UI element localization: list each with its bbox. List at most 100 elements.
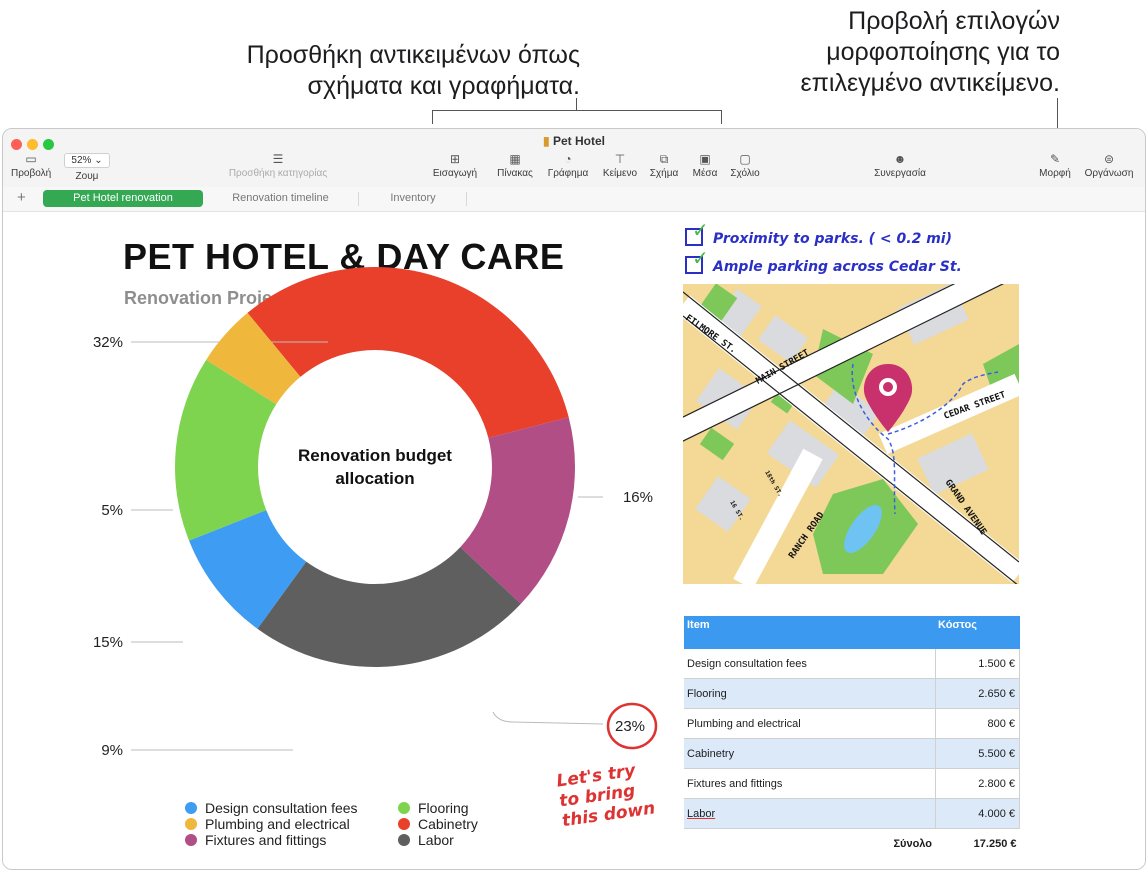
table-row: Design consultation fees 1.500 € <box>684 649 1020 679</box>
table-cell[interactable]: 2.650 € <box>935 678 1020 709</box>
callout-bracket <box>432 110 722 111</box>
zoom-value: 52% <box>71 155 92 166</box>
document-icon: ▮ <box>543 134 550 148</box>
table-cell[interactable]: Flooring <box>684 678 936 709</box>
callout-bracket-left <box>432 110 433 124</box>
media-icon: ▣ <box>699 152 711 166</box>
table-cell[interactable]: Labor <box>684 798 936 829</box>
table-cell[interactable]: Plumbing and electrical <box>684 708 936 739</box>
table-cell[interactable]: 5.500 € <box>935 738 1020 769</box>
total-label[interactable]: Σύνολο <box>684 829 935 859</box>
zoom-button[interactable]: 52% ⌄ Ζουμ <box>61 153 113 182</box>
table-cell[interactable]: 2.800 € <box>935 768 1020 799</box>
table-cell[interactable]: 800 € <box>935 708 1020 739</box>
total-value[interactable]: 17.250 € <box>935 829 1020 859</box>
legend-item: Labor <box>398 832 478 848</box>
tab-pet-hotel-renovation[interactable]: Pet Hotel renovation <box>43 190 203 207</box>
organize-icon: ⊜ <box>1103 152 1115 166</box>
data-label: 5% <box>101 502 123 519</box>
sidebar-icon: ▭ <box>25 152 37 166</box>
shape-icon: ⧉ <box>659 152 669 166</box>
zoom-label: Ζουμ <box>75 171 99 182</box>
organize-label: Οργάνωση <box>1084 168 1134 179</box>
table-row: Plumbing and electrical 800 € <box>684 708 1020 739</box>
collaborate-button[interactable]: ☻ Συνεργασία <box>865 153 935 179</box>
legend-col-2: Flooring Cabinetry Labor <box>398 800 478 848</box>
chart-title: allocation <box>335 469 414 488</box>
media-label: Μέσα <box>692 168 718 179</box>
comment-button[interactable]: ▢ Σχόλιο <box>725 153 765 179</box>
tab-divider <box>358 192 359 206</box>
checklist-text: Proximity to parks. ( < 0.2 mi) <box>713 231 952 247</box>
legend-item: Cabinetry <box>398 816 478 832</box>
format-button[interactable]: ✎ Μορφή <box>1033 153 1077 179</box>
text-button[interactable]: ⊤ Κείμενο <box>595 153 645 179</box>
table-row: Flooring 2.650 € <box>684 678 1020 709</box>
table-button[interactable]: ▦ Πίνακας <box>490 153 540 179</box>
text-box-icon: ⊤ <box>614 152 626 166</box>
format-label: Μορφή <box>1039 168 1071 179</box>
legend-item: Plumbing and electrical <box>185 816 358 832</box>
table-total-row: Σύνολο 17.250 € <box>684 829 1020 859</box>
add-category-button[interactable]: ☰ Προσθήκη κατηγορίας <box>223 153 333 179</box>
chart-button[interactable]: ◔ Γράφημα <box>543 153 593 179</box>
data-label: 32% <box>93 334 123 351</box>
collaborate-icon: ☻ <box>893 152 907 166</box>
data-label: 9% <box>101 742 123 759</box>
checklist: Proximity to parks. ( < 0.2 mi) Ample pa… <box>685 218 962 275</box>
data-label: 15% <box>93 634 123 651</box>
legend-label: Labor <box>418 832 454 848</box>
circled-value: 23% <box>615 718 646 735</box>
insert-button[interactable]: ⊞ Εισαγωγή <box>423 153 487 179</box>
organize-button[interactable]: ⊜ Οργάνωση <box>1079 153 1139 179</box>
table-row: Cabinetry 5.500 € <box>684 738 1020 769</box>
list-icon: ☰ <box>272 152 284 166</box>
table-cell[interactable]: Fixtures and fittings <box>684 768 936 799</box>
data-label: 16% <box>623 489 653 506</box>
tab-divider <box>466 192 467 206</box>
window-title-text: Pet Hotel <box>552 134 605 148</box>
comment-label: Σχόλιο <box>730 168 760 179</box>
column-header[interactable]: Κόστος <box>935 616 1020 649</box>
column-header[interactable]: Item <box>684 616 935 649</box>
table-cell[interactable]: 1.500 € <box>935 649 1020 679</box>
legend-item: Flooring <box>398 800 478 816</box>
table-label: Πίνακας <box>497 168 533 179</box>
table-cell[interactable]: Design consultation fees <box>684 649 936 679</box>
add-sheet-button[interactable]: + <box>17 189 26 206</box>
legend-swatch <box>185 818 197 830</box>
table-row: Labor 4.000 € <box>684 798 1020 829</box>
chevron-down-icon: ⌄ <box>94 155 103 166</box>
table-cell[interactable]: Cabinetry <box>684 738 936 769</box>
callout-insert-line1: Προσθήκη αντικειμένων όπως <box>246 41 580 69</box>
zoom-select[interactable]: 52% ⌄ <box>64 153 110 168</box>
tab-renovation-timeline[interactable]: Renovation timeline <box>213 190 348 207</box>
shape-button[interactable]: ⧉ Σχήμα <box>643 153 685 179</box>
legend-label: Cabinetry <box>418 816 478 832</box>
add-category-label: Προσθήκη κατηγορίας <box>228 168 328 179</box>
legend-label: Fixtures and fittings <box>205 832 327 848</box>
map-image[interactable]: FILMORE ST. MAIN STREET CEDAR STREET RAN… <box>683 284 1019 584</box>
text-label: Κείμενο <box>602 168 638 179</box>
callout-format-line1: Προβολή επιλογών <box>848 7 1060 35</box>
media-button[interactable]: ▣ Μέσα <box>687 153 723 179</box>
legend-swatch <box>185 802 197 814</box>
sheet-tabs: + Pet Hotel renovation Renovation timeli… <box>3 187 1145 212</box>
leader-line <box>492 711 604 725</box>
cost-table[interactable]: Item Κόστος Design consultation fees 1.50… <box>684 616 1020 858</box>
table-cell[interactable]: 4.000 € <box>935 798 1020 829</box>
donut-slice-cabinetry[interactable] <box>247 266 569 438</box>
insert-label: Εισαγωγή <box>432 168 478 179</box>
view-button[interactable]: ▭ Προβολή <box>11 153 51 179</box>
tab-inventory[interactable]: Inventory <box>368 190 458 207</box>
sheet-canvas: PET HOTEL & DAY CARE Renovation Project … <box>3 212 1145 869</box>
legend-item: Fixtures and fittings <box>185 832 358 848</box>
legend-swatch <box>398 818 410 830</box>
callout-insert: Προσθήκη αντικειμένων όπως σχήματα και γ… <box>160 40 580 102</box>
toolbar: ▮ Pet Hotel ▭ Προβολή 52% ⌄ Ζουμ ☰ Προσθήκη… <box>3 129 1145 188</box>
callout-bracket-right <box>721 110 722 124</box>
collaborate-label: Συνεργασία <box>874 168 926 179</box>
legend-swatch <box>398 802 410 814</box>
checklist-text: Ample parking across Cedar St. <box>713 259 962 275</box>
table-row: Fixtures and fittings 2.800 € <box>684 768 1020 799</box>
